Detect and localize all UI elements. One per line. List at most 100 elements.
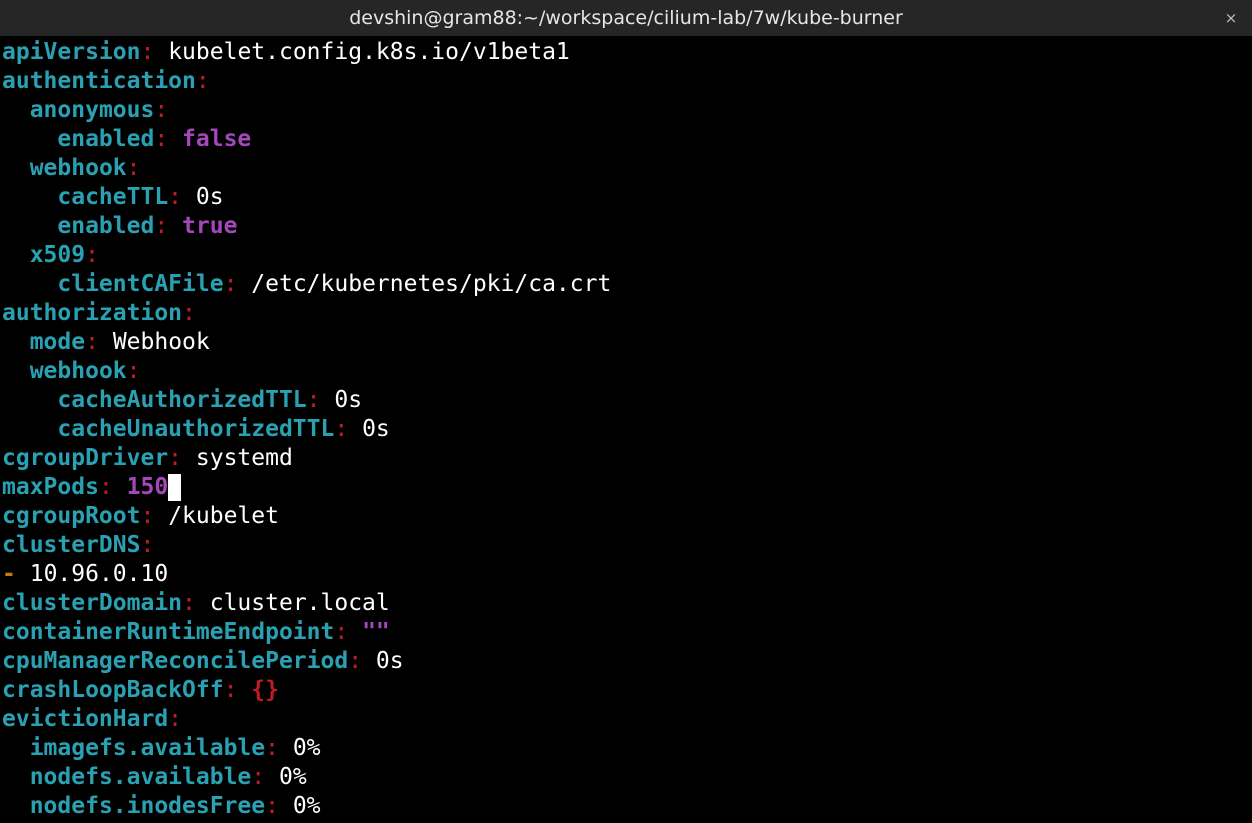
yaml-colon: :: [154, 97, 169, 123]
yaml-key: enabled: [57, 213, 155, 239]
yaml-key: mode: [29, 329, 86, 355]
terminal-window: devshin@gram88:~/workspace/cilium-lab/7w…: [0, 0, 1252, 823]
yaml-line: webhook:: [2, 154, 1252, 183]
yaml-key: anonymous: [29, 97, 155, 123]
terminal-content[interactable]: apiVersion: kubelet.config.k8s.io/v1beta…: [2, 38, 1252, 823]
yaml-key: maxPods: [2, 474, 99, 500]
yaml-value: systemd: [195, 445, 293, 471]
yaml-line: mode: Webhook: [2, 328, 1252, 357]
yaml-colon: :: [223, 677, 238, 703]
title-bar: devshin@gram88:~/workspace/cilium-lab/7w…: [0, 0, 1252, 36]
yaml-line: cacheTTL: 0s: [2, 183, 1252, 212]
yaml-key: authentication: [2, 68, 196, 94]
yaml-key: imagefs.available: [29, 735, 266, 761]
yaml-line: crashLoopBackOff: {}: [2, 676, 1252, 705]
yaml-line: enabled: false: [2, 125, 1252, 154]
yaml-value: 0%: [292, 793, 321, 819]
yaml-value: 0%: [292, 735, 321, 761]
yaml-colon: :: [140, 39, 155, 65]
yaml-line: imagefs.available: 0%: [2, 734, 1252, 763]
yaml-colon: :: [140, 503, 155, 529]
yaml-line: nodefs.available: 0%: [2, 763, 1252, 792]
yaml-key: cacheAuthorizedTTL: [57, 387, 307, 413]
yaml-key: apiVersion: [2, 39, 141, 65]
yaml-line: webhook:: [2, 357, 1252, 386]
yaml-key: crashLoopBackOff: [2, 677, 224, 703]
yaml-value: kubelet.config.k8s.io/v1beta1: [168, 39, 570, 65]
yaml-line: authorization:: [2, 299, 1252, 328]
yaml-key: nodefs.available: [29, 764, 252, 790]
yaml-colon: :: [195, 68, 210, 94]
yaml-key: clusterDNS: [2, 532, 141, 558]
yaml-value: true: [182, 213, 238, 239]
yaml-value: cluster.local: [209, 590, 390, 616]
list-dash: -: [2, 561, 16, 587]
yaml-colon: :: [182, 590, 196, 616]
yaml-line: - 10.96.0.10: [2, 560, 1252, 589]
yaml-key: containerRuntimeEndpoint: [2, 619, 335, 645]
yaml-colon: :: [168, 445, 183, 471]
yaml-key: cacheTTL: [57, 184, 169, 210]
yaml-key: x509: [29, 242, 86, 268]
yaml-line: nodefs.inodesFree: 0%: [2, 792, 1252, 821]
yaml-line: cacheAuthorizedTTL: 0s: [2, 386, 1252, 415]
yaml-value: /kubelet: [168, 503, 279, 529]
yaml-line: evictionHard:: [2, 705, 1252, 734]
yaml-key: clusterDomain: [2, 590, 183, 616]
yaml-colon: :: [168, 706, 183, 732]
text-cursor: [168, 474, 182, 501]
yaml-line: cgroupRoot: /kubelet: [2, 502, 1252, 531]
yaml-colon: :: [223, 271, 238, 297]
yaml-value: 0%: [278, 764, 307, 790]
yaml-colon: :: [168, 184, 183, 210]
yaml-line: clusterDomain: cluster.local: [2, 589, 1252, 618]
yaml-colon: :: [126, 358, 141, 384]
yaml-line: enabled: true: [2, 212, 1252, 241]
yaml-value: 0s: [362, 416, 390, 442]
yaml-line: cgroupDriver: systemd: [2, 444, 1252, 473]
yaml-value: {}: [251, 677, 279, 703]
yaml-value: 0s: [195, 184, 224, 210]
yaml-line: authentication:: [2, 67, 1252, 96]
yaml-colon: :: [265, 735, 279, 761]
yaml-value: 0s: [375, 648, 404, 674]
yaml-key: evictionHard: [2, 706, 169, 732]
yaml-key: clientCAFile: [57, 271, 224, 297]
yaml-line: clientCAFile: /etc/kubernetes/pki/ca.crt: [2, 270, 1252, 299]
yaml-line: anonymous:: [2, 96, 1252, 125]
yaml-colon: :: [154, 126, 169, 152]
yaml-colon: :: [251, 764, 266, 790]
yaml-colon: :: [85, 329, 99, 355]
yaml-value: 0s: [334, 387, 363, 413]
yaml-value: false: [182, 126, 252, 152]
yaml-colon: :: [334, 619, 349, 645]
yaml-key: nodefs.inodesFree: [29, 793, 266, 819]
yaml-colon: :: [265, 793, 279, 819]
yaml-key: authorization: [2, 300, 183, 326]
yaml-value: Webhook: [112, 329, 210, 355]
yaml-colon: :: [126, 155, 141, 181]
yaml-colon: :: [140, 532, 155, 558]
yaml-colon: :: [348, 648, 363, 674]
yaml-key: cacheUnauthorizedTTL: [57, 416, 335, 442]
yaml-colon: :: [334, 416, 349, 442]
yaml-line: clusterDNS:: [2, 531, 1252, 560]
yaml-key: cgroupRoot: [2, 503, 141, 529]
yaml-line: x509:: [2, 241, 1252, 270]
yaml-line: cpuManagerReconcilePeriod: 0s: [2, 647, 1252, 676]
yaml-value: 10.96.0.10: [29, 561, 169, 587]
close-icon[interactable]: ×: [1222, 0, 1240, 36]
yaml-line: containerRuntimeEndpoint: "": [2, 618, 1252, 647]
yaml-line: maxPods: 150: [2, 473, 1252, 502]
yaml-key: webhook: [29, 358, 127, 384]
